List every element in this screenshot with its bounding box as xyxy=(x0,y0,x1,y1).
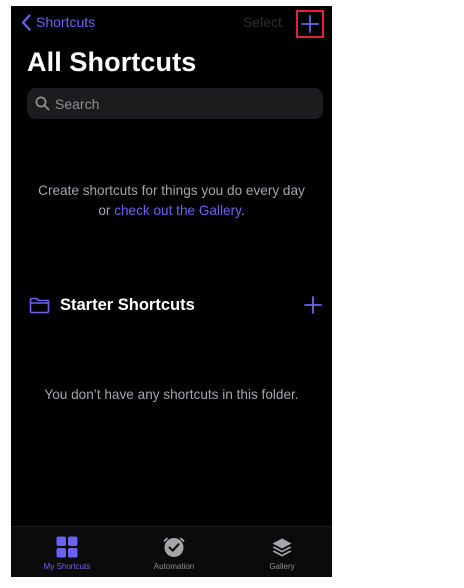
select-button[interactable]: Select xyxy=(243,14,282,30)
empty-state-period: . xyxy=(240,203,245,218)
phone-screen: Shortcuts Select All Shortcuts Create sh… xyxy=(11,6,332,577)
clock-check-icon xyxy=(163,537,185,557)
folder-icon xyxy=(29,297,50,314)
folder-empty-message: You don’t have any shortcuts in this fol… xyxy=(44,387,299,402)
empty-state-message: Create shortcuts for things you do every… xyxy=(31,181,312,221)
chevron-left-icon xyxy=(21,13,31,31)
search-field[interactable] xyxy=(27,88,323,119)
tab-automation[interactable]: Automation xyxy=(129,533,219,577)
tab-label: Gallery xyxy=(269,562,295,571)
navigation-bar: Shortcuts Select xyxy=(11,6,332,40)
layers-icon xyxy=(272,538,292,557)
tab-my-shortcuts[interactable]: My Shortcuts xyxy=(22,533,112,577)
folder-header: Starter Shortcuts xyxy=(11,294,332,318)
add-shortcut-button[interactable] xyxy=(296,10,324,38)
folder-add-button[interactable] xyxy=(303,295,323,315)
grid-icon xyxy=(56,536,78,558)
plus-icon xyxy=(301,15,319,33)
back-button-label: Shortcuts xyxy=(36,14,96,30)
search-icon xyxy=(35,96,50,111)
tab-gallery[interactable]: Gallery xyxy=(237,533,327,577)
page-title: All Shortcuts xyxy=(27,47,197,77)
tab-label: Automation xyxy=(153,562,195,571)
tab-bar: My Shortcuts Automation Gallery xyxy=(11,526,332,577)
back-button[interactable]: Shortcuts xyxy=(21,11,95,33)
tab-label: My Shortcuts xyxy=(43,562,91,571)
search-input[interactable] xyxy=(55,95,295,112)
folder-title[interactable]: Starter Shortcuts xyxy=(60,296,195,315)
gallery-link[interactable]: check out the Gallery xyxy=(114,203,241,218)
